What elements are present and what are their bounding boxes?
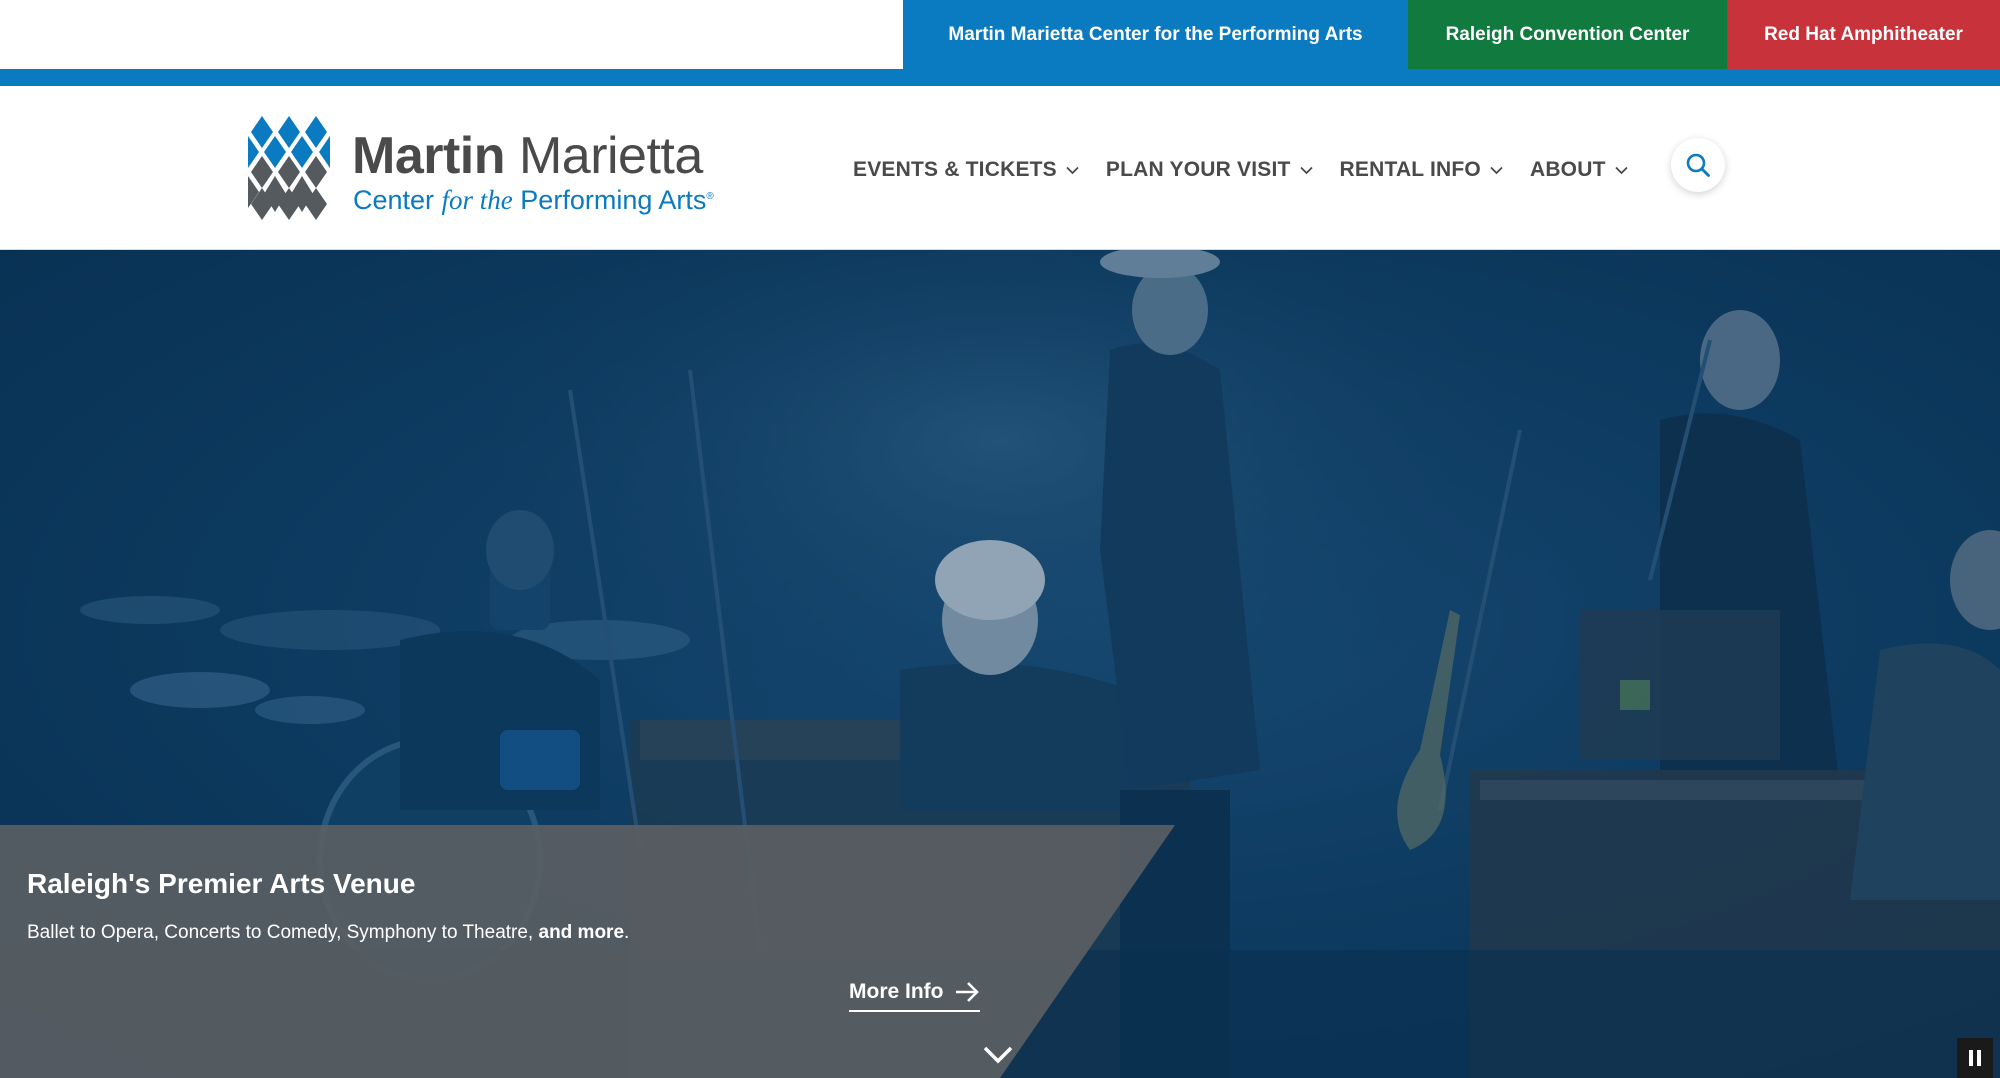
pause-button[interactable] — [1957, 1038, 1993, 1078]
chevron-down-icon — [1066, 166, 1079, 175]
nav-label: EVENTS & TICKETS — [853, 158, 1057, 181]
diamond-logo-mark — [248, 116, 330, 220]
nav-label: ABOUT — [1529, 158, 1606, 181]
search-button[interactable] — [1671, 138, 1725, 192]
chevron-down-icon — [1490, 166, 1503, 175]
caption-panel — [0, 825, 1175, 1078]
nav-rental-info[interactable]: RENTAL INFO — [1340, 158, 1503, 182]
hero-video — [0, 250, 2000, 1078]
venue-bar: Martin Marietta Center for the Performin… — [0, 0, 2000, 69]
chevron-down-icon[interactable] — [982, 1044, 1014, 1066]
venue-links: Martin Marietta Center for the Performin… — [903, 0, 2000, 69]
nav-about[interactable]: ABOUT — [1530, 158, 1628, 182]
more-info-label: More Info — [849, 980, 944, 1003]
site-logo[interactable]: Martin Marietta Center for the Performin… — [248, 116, 718, 220]
venue-link-amphitheater[interactable]: Red Hat Amphitheater — [1727, 0, 2000, 69]
accent-strip — [0, 69, 2000, 86]
nav-label: PLAN YOUR VISIT — [1105, 158, 1291, 181]
site-header: Martin Marietta Center for the Performin… — [0, 86, 2000, 250]
logo-title: Martin Marietta — [352, 127, 703, 185]
main-nav: EVENTS & TICKETS PLAN YOUR VISIT RENTAL … — [853, 152, 1655, 188]
nav-label: RENTAL INFO — [1339, 158, 1481, 181]
chevron-down-icon — [1614, 166, 1628, 175]
nav-plan-your-visit[interactable]: PLAN YOUR VISIT — [1106, 158, 1313, 182]
pause-icon-bar — [1977, 1050, 1981, 1066]
venue-link-performing-arts[interactable]: Martin Marietta Center for the Performin… — [903, 0, 1408, 69]
venue-link-convention-center[interactable]: Raleigh Convention Center — [1408, 0, 1727, 69]
chevron-down-icon — [1299, 166, 1313, 175]
search-icon — [1686, 153, 1710, 177]
hero-description: Ballet to Opera, Concerts to Comedy, Sym… — [27, 922, 630, 943]
pause-icon — [1969, 1050, 1973, 1066]
arrow-right-icon — [955, 982, 979, 1002]
nav-events-tickets[interactable]: EVENTS & TICKETS — [853, 158, 1079, 182]
logo-subtitle: Center for the Performing Arts® — [353, 185, 714, 215]
more-info-link[interactable]: More Info — [849, 980, 980, 1012]
hero-title: Raleigh's Premier Arts Venue — [27, 868, 416, 899]
